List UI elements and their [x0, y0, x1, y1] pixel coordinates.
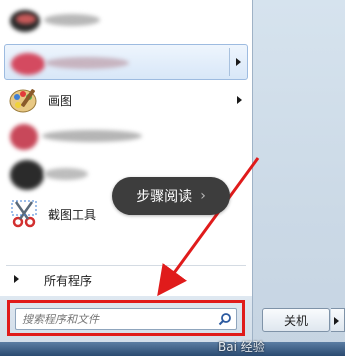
program-item-2[interactable] [4, 44, 248, 80]
shutdown-label: 关机 [283, 313, 308, 328]
expand-arrow-icon [14, 275, 19, 283]
step-reading-tooltip[interactable]: 步骤阅读 › [112, 177, 230, 215]
search-highlight-box [7, 300, 245, 336]
shutdown-button[interactable]: 关机 [262, 308, 330, 332]
blurred-app-icon [9, 47, 45, 79]
blurred-app-icon [8, 120, 40, 152]
chevron-right-icon: › [200, 188, 206, 204]
submenu-arrow-icon[interactable] [237, 96, 242, 104]
watermark: Bai 经验 [218, 340, 265, 354]
taskbar [0, 342, 345, 356]
program-item-4[interactable] [4, 118, 248, 154]
shutdown-options-button[interactable] [331, 308, 345, 332]
paint-icon [8, 84, 40, 116]
right-pane [252, 0, 345, 356]
blurred-app-icon [8, 158, 44, 190]
separator [6, 265, 246, 266]
program-item-label: 截图工具 [48, 207, 97, 222]
tooltip-text: 步骤阅读 [136, 189, 193, 205]
snipping-tool-icon [8, 198, 40, 230]
submenu-arrow-icon[interactable] [229, 48, 241, 76]
all-programs-button[interactable]: 所有程序 [4, 268, 248, 292]
blurred-app-icon [8, 4, 40, 36]
program-item-label: 画图 [48, 93, 73, 108]
program-item-1[interactable] [4, 2, 248, 38]
all-programs-label: 所有程序 [44, 273, 93, 288]
program-item-paint[interactable]: 画图 [4, 82, 248, 118]
